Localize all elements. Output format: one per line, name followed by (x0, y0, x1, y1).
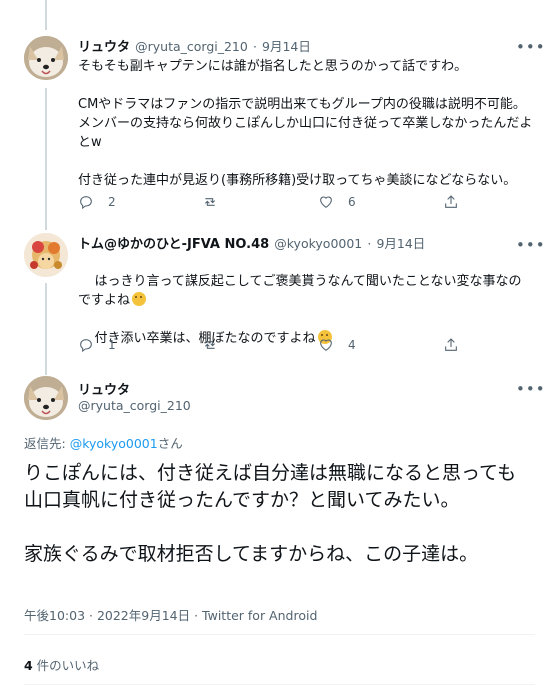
likes-summary[interactable]: 4 件のいいね (24, 655, 99, 674)
author-name[interactable]: リュウタ (78, 379, 130, 398)
tweet-text: そもそも副キャプテンには誰が指名したと思うのかって話ですわ。 CMやドラマはファ… (78, 59, 533, 188)
more-icon[interactable]: ••• (516, 382, 546, 397)
like-button[interactable]: 4 (318, 337, 356, 353)
retweet-icon (204, 341, 216, 349)
retweet-button[interactable] (202, 194, 232, 210)
separator: · (367, 236, 372, 251)
avatar[interactable] (24, 36, 68, 80)
retweet-button[interactable] (202, 337, 232, 353)
reply-icon (80, 339, 92, 353)
avatar[interactable] (24, 233, 68, 277)
thinking-emoji (132, 292, 147, 306)
thread-line (45, 88, 47, 230)
thread-line (45, 0, 47, 30)
thread-line (45, 283, 47, 375)
more-icon[interactable]: ••• (516, 40, 546, 55)
share-icon (445, 195, 457, 208)
like-count: 4 (348, 338, 356, 352)
reply-button[interactable]: 1 (78, 337, 116, 353)
like-icon (320, 339, 332, 351)
likes-count: 4 (24, 658, 33, 673)
tweet-header: トム@ゆかのひと-JFVA NO.48 @kyokyo0001 · 9月14日 (78, 233, 425, 252)
reply-to: 返信先: @kyokyo0001さん (24, 433, 183, 452)
reply-to-handle[interactable]: @kyokyo0001 (70, 436, 158, 451)
reply-icon (80, 196, 92, 210)
author-handle[interactable]: @kyokyo0001 (274, 236, 362, 251)
reply-button[interactable]: 2 (78, 194, 116, 210)
tweet-header: リュウタ @ryuta_corgi_210 · 9月14日 (78, 36, 311, 55)
tweet-date[interactable]: 9月14日 (376, 236, 425, 251)
timestamp[interactable]: 午後10:03 · 2022年9月14日 · Twitter for Andro… (24, 605, 317, 624)
tweet-date[interactable]: 9月14日 (262, 39, 311, 54)
like-count: 6 (348, 195, 356, 209)
avatar[interactable] (24, 376, 68, 420)
author-handle[interactable]: @ryuta_corgi_210 (78, 398, 191, 413)
tweet-text: りこぽんには、付き従えば自分達は無職になると思っても山口真帆に付き従ったんですか… (24, 462, 517, 565)
reply-to-suffix: さん (157, 436, 183, 451)
share-icon (445, 338, 457, 351)
author-name[interactable]: リュウタ (78, 40, 130, 55)
like-button[interactable]: 6 (318, 194, 356, 210)
likes-label: 件のいいね (32, 658, 100, 673)
separator: · (252, 39, 257, 54)
divider (24, 684, 535, 685)
reply-count: 1 (108, 338, 116, 352)
like-icon (320, 196, 332, 208)
reply-count: 2 (108, 195, 116, 209)
divider (24, 634, 535, 635)
author-handle[interactable]: @ryuta_corgi_210 (135, 39, 248, 54)
retweet-icon (204, 198, 216, 206)
share-button[interactable] (443, 194, 473, 210)
author-name[interactable]: トム@ゆかのひと-JFVA NO.48 (78, 237, 269, 252)
reply-to-prefix: 返信先: (24, 436, 70, 451)
share-button[interactable] (443, 337, 473, 353)
more-icon[interactable]: ••• (516, 238, 546, 253)
